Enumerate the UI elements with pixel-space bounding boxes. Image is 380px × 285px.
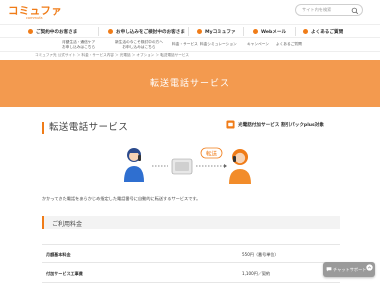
- transfer-illustration: 転送: [124, 147, 251, 184]
- discount-badge: 光電話付加サービス 割引パックplus対象: [226, 120, 324, 129]
- home-icon: [197, 29, 202, 34]
- caller-person-icon: [124, 148, 144, 182]
- pricing-section-header: ご利用料金: [42, 216, 340, 229]
- nav-webmail[interactable]: Webメール: [253, 25, 286, 38]
- subnav-line: よくあるご質問: [276, 42, 302, 46]
- subnav-line: お申し込みはこちら: [122, 44, 156, 49]
- page-banner: 転送電話サービス: [0, 60, 380, 107]
- site-logo-sub: commufa: [26, 16, 43, 20]
- sub-nav: 月額生活・通信ケア お申し込みはこちら 新生活の今こそ検討中の方へ お申し込みは…: [0, 38, 380, 52]
- nav-faq[interactable]: よくあるご質問: [303, 25, 343, 38]
- section-heading: 転送電話サービス: [42, 122, 128, 134]
- page-title: 転送電話サービス: [149, 79, 230, 89]
- nav-label: よくあるご質問: [311, 29, 344, 35]
- site-header: コミュファ commufa サイト内を検索: [0, 0, 380, 24]
- main-nav: ご契約中のお客さま お申し込みをご検討中のお客さま Myコミュファ Webメール…: [0, 24, 380, 38]
- subnav-line: 月額生活・通信ケア: [62, 40, 96, 44]
- nav-label: Myコミュファ: [205, 29, 236, 35]
- breadcrumb[interactable]: コミュファ光 公式サイト ＞ 料金・サービス内容 ＞ 光電話 ＞ オプション ＞…: [35, 53, 189, 58]
- table-row: 付加サービス工事費 1,100円／契約: [42, 264, 340, 283]
- nav-my-commufa[interactable]: Myコミュファ: [197, 25, 236, 38]
- subnav-line: 新生活の今こそ検討中の方へ: [115, 40, 163, 44]
- phone-device-icon: [171, 158, 193, 175]
- svg-text:転送: 転送: [206, 149, 218, 157]
- chevron-up-icon[interactable]: [366, 264, 373, 271]
- subnav-item-simulation[interactable]: 料金シミュレーション: [200, 42, 237, 47]
- nav-current-customers[interactable]: ご契約中のお客さま: [28, 25, 77, 38]
- price-label: 月額基本料金: [46, 252, 71, 257]
- transfer-speech-bubble: 転送: [200, 147, 223, 159]
- subnav-item-campaign[interactable]: キャンペーン: [247, 42, 269, 47]
- question-icon: [303, 29, 308, 34]
- subnav-item-pricing[interactable]: 料金・サービス: [172, 42, 198, 47]
- nav-divider: [98, 27, 99, 36]
- chat-support-label: チャットサポート: [333, 266, 367, 272]
- subnav-item-new-life[interactable]: 新生活の今こそ検討中の方へ お申し込みはこちら: [115, 40, 163, 49]
- subnav-line: お申し込みはこちら: [62, 44, 96, 49]
- phone-discount-icon: [226, 120, 235, 129]
- nav-divider: [243, 27, 244, 36]
- user-icon: [28, 29, 33, 34]
- nav-prospective-customers[interactable]: お申し込みをご検討中のお客さま: [108, 25, 185, 38]
- nav-divider: [188, 27, 189, 36]
- search-input[interactable]: サイト内を検索: [295, 4, 363, 16]
- search-placeholder: サイト内を検索: [302, 7, 332, 12]
- badge-label: 光電話付加サービス 割引パックplus対象: [238, 122, 324, 128]
- nav-label: ご契約中のお客さま: [36, 29, 78, 35]
- price-value: 550円（番号単位）: [242, 252, 279, 257]
- nav-label: お申し込みをご検討中のお客さま: [116, 29, 185, 35]
- subnav-item-life-care[interactable]: 月額生活・通信ケア お申し込みはこちら: [62, 40, 95, 49]
- price-label: 付加サービス工事費: [46, 271, 83, 276]
- subnav-line: 料金・サービス: [172, 42, 198, 46]
- user-plus-icon: [108, 29, 113, 34]
- nav-divider: [295, 27, 296, 36]
- subnav-item-faq[interactable]: よくあるご質問: [276, 42, 302, 47]
- subnav-line: 料金シミュレーション: [200, 42, 237, 46]
- price-value: 1,100円／契約: [242, 271, 271, 276]
- pricing-section-title: ご利用料金: [52, 221, 83, 228]
- subnav-line: キャンペーン: [247, 42, 269, 46]
- search-icon[interactable]: [351, 7, 359, 15]
- mail-icon: [253, 29, 258, 34]
- table-row: 月額基本料金 550円（番号単位）: [42, 244, 340, 263]
- service-description: かかってきた電話をあらかじめ指定した電話番号に自動的に転送するサービスです。: [42, 196, 201, 201]
- chat-support-button[interactable]: チャットサポート: [323, 262, 375, 277]
- chat-bubble-icon: [326, 267, 332, 272]
- nav-label: Webメール: [261, 29, 287, 35]
- receiver-person-icon: [229, 149, 251, 184]
